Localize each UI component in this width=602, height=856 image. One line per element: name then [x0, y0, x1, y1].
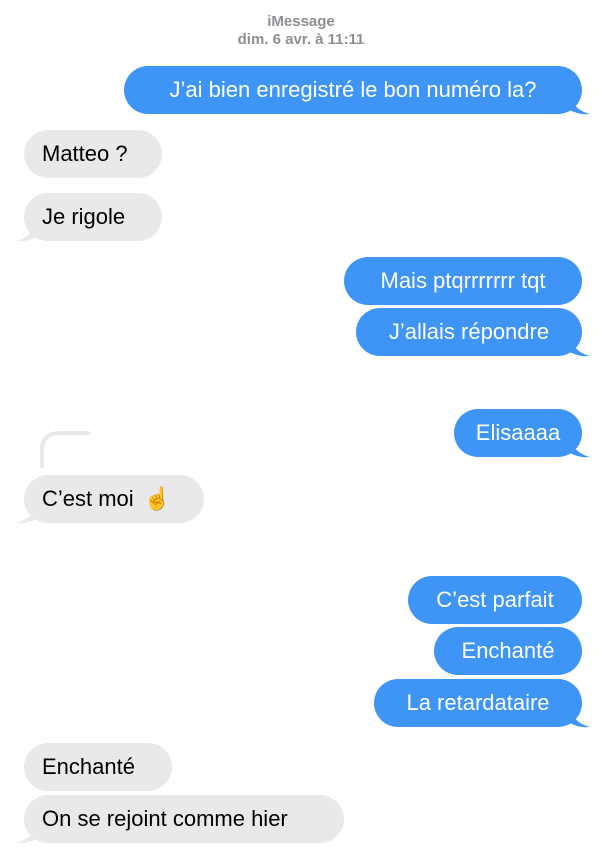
message-text: On se rejoint comme hier — [42, 806, 288, 831]
message-text: Je rigole — [42, 204, 126, 229]
message-bubble-sent[interactable]: Enchanté — [434, 627, 582, 675]
message-text: J’allais répondre — [388, 319, 550, 344]
service-label: iMessage — [267, 13, 335, 30]
pointing-up-emoji-icon: ☝️ — [143, 486, 172, 511]
bubble-tail — [16, 823, 40, 844]
message-text: Enchanté — [461, 638, 555, 663]
bubble-tail — [566, 336, 590, 357]
bubble-tail — [566, 437, 590, 458]
message-text: Elisaaaa — [475, 420, 561, 445]
bubble-tail — [566, 94, 590, 115]
timestamp: dim. 6 avr. à 11:11 — [237, 31, 365, 48]
message-text: Enchanté — [42, 754, 135, 779]
message-bubble-sent[interactable]: Mais ptqrrrrrrr tqt — [344, 257, 582, 305]
message-bubble-received[interactable]: On se rejoint comme hier — [24, 795, 344, 843]
message-text: Mais ptqrrrrrrr tqt — [380, 268, 546, 293]
conversation-header: iMessage dim. 6 avr. à 11:11 — [0, 13, 602, 49]
message-bubble-sent[interactable]: J’allais répondre — [356, 308, 582, 356]
bubble-tail — [566, 707, 590, 728]
bubble-tail — [16, 503, 40, 524]
message-bubble-sent[interactable]: C’est parfait — [408, 576, 582, 624]
message-text: C’est parfait — [436, 587, 554, 612]
message-bubble-sent[interactable]: J’ai bien enregistré le bon numéro la? — [124, 66, 582, 114]
reply-connector — [40, 431, 90, 468]
message-text: J’ai bien enregistré le bon numéro la? — [169, 77, 537, 102]
message-text: La retardataire — [406, 690, 550, 715]
message-bubble-sent[interactable]: La retardataire — [374, 679, 582, 727]
message-bubble-received[interactable]: C’est moi ☝️ — [24, 475, 204, 523]
message-text: Matteo ? — [42, 141, 128, 166]
message-bubble-received[interactable]: Matteo ? — [24, 130, 162, 178]
message-bubble-received[interactable]: Je rigole — [24, 193, 162, 241]
message-text: C’est moi — [42, 486, 134, 511]
message-bubble-received[interactable]: Enchanté — [24, 743, 172, 791]
message-bubble-sent[interactable]: Elisaaaa — [454, 409, 582, 457]
bubble-tail — [16, 221, 40, 242]
